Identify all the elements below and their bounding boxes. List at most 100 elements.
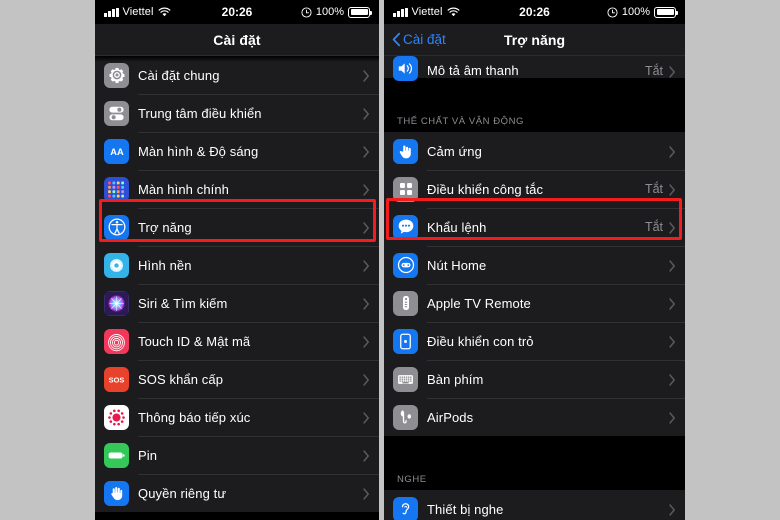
list-item-label: AirPods <box>427 409 474 425</box>
display-brightness-icon: AA <box>104 138 129 164</box>
list-item-accessory <box>363 221 379 234</box>
list-item-label: Quyền riêng tư <box>138 485 227 501</box>
accessibility-list[interactable]: Mô tả âm thanh Tắt THỂ CHẤT VÀ VẬN ĐỘNG … <box>384 56 685 520</box>
list-item-accessory <box>363 487 379 500</box>
list-item-accessory <box>363 183 379 196</box>
list-item[interactable]: SOS SOS khẩn cấp <box>95 360 379 398</box>
list-item-label: Apple TV Remote <box>427 295 531 311</box>
gear-icon <box>104 62 129 88</box>
list-item-label: Cảm ứng <box>427 143 482 159</box>
list-item-accessory: Tắt <box>645 182 685 196</box>
list-item-accessory <box>669 259 685 272</box>
carrier-label: Viettel <box>411 6 443 18</box>
chevron-right-icon <box>363 297 370 310</box>
section-header: NGHE <box>384 458 685 490</box>
nav-bar-right: Cài đặt Trợ năng <box>384 24 685 56</box>
battery-green-icon <box>104 442 129 468</box>
status-bar-right: Viettel 20:26 100% <box>384 0 685 24</box>
accessibility-icon <box>104 214 129 240</box>
list-item-label: Siri & Tìm kiếm <box>138 295 228 311</box>
list-item[interactable]: Khẩu lệnh Tắt <box>384 208 685 246</box>
carrier-label: Viettel <box>122 6 154 18</box>
list-item-accessory <box>669 503 685 516</box>
page-title: Cài đặt <box>213 31 261 48</box>
chevron-right-icon <box>669 411 676 424</box>
switch-control-icon <box>393 176 418 202</box>
left-phone-screenshot: Viettel 20:26 100% Cài đặt Cài đặt chung <box>95 0 379 520</box>
status-bar-left-group: Viettel <box>393 6 460 18</box>
list-item[interactable]: Thiết bị nghe <box>384 490 685 520</box>
chevron-right-icon <box>363 373 370 386</box>
pointer-control-icon <box>393 328 418 354</box>
list-item[interactable]: AirPods <box>384 398 685 436</box>
list-item-accessory <box>363 335 379 348</box>
list-item[interactable]: Mô tả âm thanh Tắt <box>384 56 685 81</box>
battery-icon <box>654 6 678 18</box>
list-item[interactable]: AA Màn hình & Độ sáng <box>95 132 379 170</box>
back-button[interactable]: Cài đặt <box>392 32 446 47</box>
section-gap <box>384 78 685 100</box>
list-item-label: Mô tả âm thanh <box>427 63 519 78</box>
siri-icon <box>104 290 129 316</box>
chevron-right-icon <box>363 221 370 234</box>
list-item-accessory <box>363 107 379 120</box>
svg-text:SOS: SOS <box>109 375 125 384</box>
status-bar-left: Viettel 20:26 100% <box>95 0 379 24</box>
list-item-accessory: Tắt <box>645 64 685 78</box>
settings-list[interactable]: Cài đặt chung Trung tâm điều khiển AA Mà… <box>95 56 379 512</box>
hearing-devices-icon <box>393 496 418 520</box>
chevron-right-icon <box>363 145 370 158</box>
privacy-hand-icon <box>104 480 129 506</box>
list-item[interactable]: Touch ID & Mật mã <box>95 322 379 360</box>
audio-description-icon <box>393 56 418 81</box>
list-item-label: Màn hình & Độ sáng <box>138 143 259 159</box>
list-item[interactable]: Điều khiển công tắc Tắt <box>384 170 685 208</box>
list-item[interactable]: Trợ năng <box>95 208 379 246</box>
airpods-icon <box>393 404 418 430</box>
list-item[interactable]: Bàn phím <box>384 360 685 398</box>
section-header: THỂ CHẤT VÀ VẬN ĐỘNG <box>384 100 685 132</box>
rotation-lock-icon <box>301 6 312 18</box>
list-item-label: Màn hình chính <box>138 181 230 197</box>
wifi-icon <box>447 7 460 17</box>
list-item-accessory <box>363 373 379 386</box>
status-bar-right-group: 100% <box>301 6 372 18</box>
list-item[interactable]: Điều khiển con trỏ <box>384 322 685 360</box>
signal-bars-icon <box>393 7 408 17</box>
list-item[interactable]: Pin <box>95 436 379 474</box>
list-item[interactable]: Cài đặt chung <box>95 56 379 94</box>
list-item[interactable]: Apple TV Remote <box>384 284 685 322</box>
sos-icon: SOS <box>104 366 129 392</box>
rotation-lock-icon <box>607 6 618 18</box>
keyboard-icon <box>393 366 418 392</box>
nav-bar-left: Cài đặt <box>95 24 379 56</box>
list-item-accessory <box>363 297 379 310</box>
list-item-accessory <box>363 411 379 424</box>
list-item[interactable]: Thông báo tiếp xúc <box>95 398 379 436</box>
touch-pointer-icon <box>393 138 418 164</box>
list-item-accessory <box>669 297 685 310</box>
chevron-right-icon <box>669 221 676 234</box>
list-item[interactable]: Cảm ứng <box>384 132 685 170</box>
list-item[interactable]: Nút Home <box>384 246 685 284</box>
chevron-right-icon <box>669 183 676 196</box>
list-item[interactable]: Siri & Tìm kiếm <box>95 284 379 322</box>
list-item-label: Touch ID & Mật mã <box>138 333 251 349</box>
chevron-right-icon <box>363 449 370 462</box>
list-item-label: Hình nền <box>138 257 192 273</box>
battery-percent-label: 100% <box>621 6 650 18</box>
chevron-right-icon <box>669 373 676 386</box>
list-item[interactable]: Trung tâm điều khiển <box>95 94 379 132</box>
list-item-accessory: Tắt <box>645 220 685 234</box>
row-value: Tắt <box>644 64 663 78</box>
list-item-label: SOS khẩn cấp <box>138 371 224 387</box>
control-center-icon <box>104 100 129 126</box>
voice-control-icon <box>393 214 418 240</box>
list-item[interactable]: Hình nền <box>95 246 379 284</box>
list-item-label: Điều khiển con trỏ <box>427 333 534 349</box>
list-item[interactable]: Màn hình chính <box>95 170 379 208</box>
home-button-icon <box>393 252 418 278</box>
list-item[interactable]: Quyền riêng tư <box>95 474 379 512</box>
screenshot-stage: Viettel 20:26 100% Cài đặt Cài đặt chung <box>0 0 780 520</box>
list-item-label: Bàn phím <box>427 371 484 387</box>
